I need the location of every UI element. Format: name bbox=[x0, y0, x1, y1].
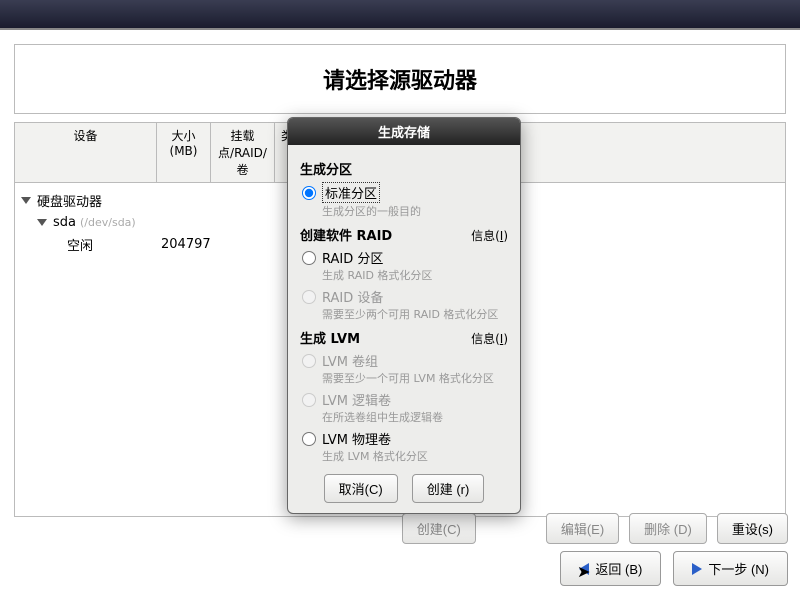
col-size[interactable]: 大小(MB) bbox=[157, 123, 211, 182]
tree-root-label: 硬盘驱动器 bbox=[37, 191, 102, 210]
opt-lvm-pv-desc: 生成 LVM 格式化分区 bbox=[322, 448, 508, 464]
opt-raid-part-label: RAID 分区 bbox=[322, 248, 383, 267]
section-raid: 创建软件 RAID 信息(I) bbox=[300, 225, 508, 244]
page-title: 请选择源驱动器 bbox=[15, 63, 785, 95]
raid-info-link[interactable]: 信息(I) bbox=[471, 227, 508, 244]
free-label: 空闲 bbox=[67, 235, 93, 254]
opt-raid-dev-label: RAID 设备 bbox=[322, 287, 383, 306]
expand-icon[interactable] bbox=[21, 197, 31, 204]
arrow-right-icon bbox=[692, 563, 702, 575]
opt-lvm-vg-desc: 需要至少一个可用 LVM 格式化分区 bbox=[322, 370, 508, 386]
next-button[interactable]: 下一步 (N) bbox=[673, 551, 788, 586]
opt-raid-device: RAID 设备 bbox=[302, 287, 508, 306]
lvm-info-link[interactable]: 信息(I) bbox=[471, 330, 508, 347]
back-button[interactable]: 返回 (B) bbox=[560, 551, 661, 586]
opt-lvm-pv-label: LVM 物理卷 bbox=[322, 429, 391, 448]
edit-button[interactable]: 编辑(E) bbox=[546, 513, 619, 544]
radio-lvm-pv[interactable] bbox=[302, 432, 316, 446]
free-size: 204797 bbox=[157, 237, 211, 252]
sda-path: (/dev/sda) bbox=[80, 216, 136, 229]
dialog-cancel-button[interactable]: 取消(C) bbox=[324, 474, 398, 503]
arrow-left-icon bbox=[579, 563, 589, 575]
opt-lvm-vg: LVM 卷组 bbox=[302, 351, 508, 370]
delete-button[interactable]: 删除 (D) bbox=[629, 513, 707, 544]
opt-lvm-lv-label: LVM 逻辑卷 bbox=[322, 390, 391, 409]
opt-standard-partition[interactable]: 标准分区 bbox=[302, 182, 508, 203]
create-storage-dialog: 生成存储 生成分区 标准分区 生成分区的一般目的 创建软件 RAID 信息(I)… bbox=[287, 117, 521, 514]
expand-icon[interactable] bbox=[37, 219, 47, 226]
opt-raid-part-desc: 生成 RAID 格式化分区 bbox=[322, 267, 508, 283]
radio-standard[interactable] bbox=[302, 186, 316, 200]
opt-standard-desc: 生成分区的一般目的 bbox=[322, 203, 508, 219]
opt-lvm-pv[interactable]: LVM 物理卷 bbox=[302, 429, 508, 448]
create-button-bg[interactable]: 创建(C) bbox=[402, 513, 476, 544]
title-panel: 请选择源驱动器 bbox=[14, 44, 786, 114]
action-button-row: 创建(C) 编辑(E) 删除 (D) 重设(s) bbox=[462, 513, 788, 544]
radio-raid-part[interactable] bbox=[302, 251, 316, 265]
opt-lvm-lv: LVM 逻辑卷 bbox=[302, 390, 508, 409]
radio-raid-dev bbox=[302, 290, 316, 304]
dialog-create-button[interactable]: 创建 (r) bbox=[412, 474, 485, 503]
section-partition: 生成分区 bbox=[300, 159, 508, 178]
col-device[interactable]: 设备 bbox=[15, 123, 157, 182]
opt-lvm-lv-desc: 在所选卷组中生成逻辑卷 bbox=[322, 409, 508, 425]
sda-label: sda bbox=[53, 215, 76, 230]
window-title-bar bbox=[0, 0, 800, 28]
section-lvm: 生成 LVM 信息(I) bbox=[300, 328, 508, 347]
opt-raid-dev-desc: 需要至少两个可用 RAID 格式化分区 bbox=[322, 306, 508, 322]
dialog-title: 生成存储 bbox=[288, 118, 520, 145]
reset-button[interactable]: 重设(s) bbox=[717, 513, 788, 544]
opt-raid-partition[interactable]: RAID 分区 bbox=[302, 248, 508, 267]
col-mount[interactable]: 挂载点/RAID/卷 bbox=[211, 123, 275, 182]
radio-lvm-vg bbox=[302, 354, 316, 368]
nav-row: 返回 (B) 下一步 (N) bbox=[560, 551, 788, 586]
opt-standard-label: 标准分区 bbox=[322, 182, 380, 203]
opt-lvm-vg-label: LVM 卷组 bbox=[322, 351, 378, 370]
radio-lvm-lv bbox=[302, 393, 316, 407]
